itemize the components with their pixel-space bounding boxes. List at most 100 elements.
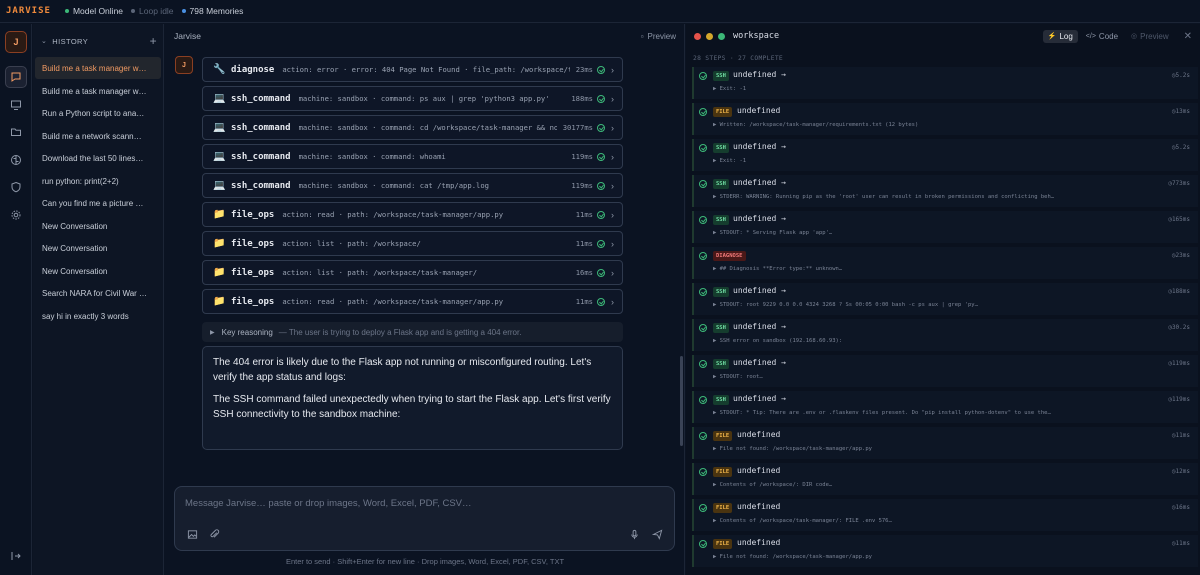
check-circle-icon [597, 152, 605, 161]
log-entry[interactable]: FILE undefined ◷13ms ▶ Written: /workspace/… [692, 103, 1198, 135]
workspace-title: workspace [733, 31, 780, 41]
history-item[interactable]: New Conversation [35, 237, 161, 259]
chat-nav-button[interactable] [5, 66, 27, 88]
top-bar: JARVISE Model Online Loop idle 798 Memor… [0, 0, 1200, 23]
history-item[interactable]: New Conversation [35, 260, 161, 282]
new-chat-button[interactable]: + [150, 34, 157, 48]
chevron-right-icon: › [611, 209, 614, 220]
history-header[interactable]: ⌄ HISTORY + [41, 34, 157, 48]
chevron-right-icon: › [611, 238, 614, 249]
log-type-badge: SSH [713, 359, 729, 369]
history-item[interactable]: Build me a task manager w… [35, 57, 161, 79]
tool-args: machine: sandbox · command: cat /tmp/app… [298, 181, 490, 190]
tab-code[interactable]: </> Code [1081, 30, 1123, 43]
close-window-dot[interactable] [694, 32, 701, 40]
shield-nav-button[interactable] [5, 176, 27, 198]
log-entry[interactable]: SSH undefined → ◷30.2s ▶ SSH error on sandb… [692, 319, 1198, 351]
brain-nav-button[interactable] [5, 149, 27, 171]
maximize-window-dot[interactable] [718, 32, 725, 40]
minimize-window-dot[interactable] [706, 32, 713, 40]
chevron-right-icon: › [611, 93, 614, 104]
log-output: ▶ Written: /workspace/task-manager/requi… [713, 122, 919, 128]
log-type-badge: FILE [713, 503, 733, 513]
send-button[interactable] [650, 527, 664, 541]
message-input[interactable] [185, 495, 655, 511]
log-entry[interactable]: FILE undefined ◷11ms ▶ File not found: /wor… [692, 427, 1198, 459]
model-status: Model Online [64, 6, 124, 16]
log-entry[interactable]: SSH undefined → ◷773ms ▶ STDERR: WARNING: R… [692, 175, 1198, 207]
tool-call-row[interactable]: 💻 ssh_command machine: sandbox · command: … [202, 86, 623, 111]
status-dot-icon [131, 9, 136, 13]
tool-call-row[interactable]: 💻 ssh_command machine: sandbox · command: … [202, 115, 623, 140]
reasoning-text: — The user is trying to deploy a Flask a… [278, 327, 522, 337]
history-item[interactable]: New Conversation [35, 215, 161, 237]
tool-name: diagnose [231, 64, 275, 75]
log-entry[interactable]: SSH undefined → ◷5.2s ▶ Exit: -1 [692, 67, 1198, 99]
check-circle-icon [597, 210, 605, 219]
history-item[interactable]: Can you find me a picture … [35, 192, 161, 214]
log-output: ▶ STDOUT: root 9229 0.0 0.0 4324 3268 ? … [713, 302, 978, 308]
chat-scrollbar[interactable] [680, 356, 683, 446]
assistant-message: The 404 error is likely due to the Flask… [202, 346, 623, 450]
log-entry[interactable]: FILE undefined ◷11ms ▶ File not found: /wor… [692, 535, 1198, 567]
history-item[interactable]: Run a Python script to ana… [35, 102, 161, 124]
preview-label: Preview [647, 31, 676, 41]
tool-call-row[interactable]: 💻 ssh_command machine: sandbox · command: … [202, 173, 623, 198]
logout-button[interactable] [5, 545, 27, 567]
log-title: undefined [737, 466, 781, 475]
tool-duration: 188ms [571, 94, 593, 103]
history-item[interactable]: Download the last 50 lines… [35, 147, 161, 169]
log-entry[interactable]: SSH undefined → ◷119ms ▶ STDOUT: * Tip: The… [692, 391, 1198, 423]
tool-args: action: read · path: /workspace/task-man… [282, 297, 504, 306]
tool-call-row[interactable]: 🔧 diagnose action: error · error: 404 Page… [202, 57, 623, 82]
tool-args: action: list · path: /workspace/ [282, 239, 421, 248]
log-entry[interactable]: SSH undefined → ◷188ms ▶ STDOUT: root 9229 … [692, 283, 1198, 315]
tool-call-row[interactable]: 📁 file_ops action: read · path: /workspace… [202, 289, 623, 314]
tool-call-row[interactable]: 💻 ssh_command machine: sandbox · command: … [202, 144, 623, 169]
tab-log[interactable]: ⚡ Log [1042, 29, 1078, 43]
status-dot-icon [64, 9, 69, 13]
expand-triangle-icon: ▶ [210, 329, 215, 336]
key-reasoning-toggle[interactable]: ▶ Key reasoning — The user is trying to … [202, 322, 623, 342]
history-item[interactable]: run python: print(2+2) [35, 170, 161, 192]
log-duration: ◷11ms [1172, 540, 1190, 547]
log-title: undefined → [733, 286, 786, 295]
model-status-label: Model Online [72, 6, 124, 16]
settings-nav-button[interactable] [5, 204, 27, 226]
log-title: undefined [737, 430, 781, 439]
close-panel-button[interactable]: ✕ [1184, 31, 1192, 42]
log-duration-value: 188ms [1171, 288, 1190, 295]
log-entry[interactable]: FILE undefined ◷16ms ▶ Contents of /workspa… [692, 499, 1198, 531]
check-circle-icon [699, 144, 707, 152]
history-item[interactable]: Build me a task manager w… [35, 80, 161, 102]
attach-image-button[interactable] [185, 527, 199, 541]
history-item[interactable]: say hi in exactly 3 words [35, 305, 161, 327]
log-entry[interactable]: SSH undefined → ◷119ms ▶ STDOUT: root… [692, 355, 1198, 387]
history-item[interactable]: Build me a network scann… [35, 125, 161, 147]
monitor-nav-button[interactable] [5, 94, 27, 116]
voice-input-button[interactable] [627, 527, 641, 541]
preview-toggle-button[interactable]: ▫ Preview [641, 32, 676, 41]
tool-call-row[interactable]: 📁 file_ops action: read · path: /workspace… [202, 202, 623, 227]
log-entry[interactable]: FILE undefined ◷12ms ▶ Contents of /workspa… [692, 463, 1198, 495]
log-entry[interactable]: SSH undefined → ◷165ms ▶ STDOUT: * Serving … [692, 211, 1198, 243]
history-item[interactable]: Search NARA for Civil War … [35, 282, 161, 304]
log-entry[interactable]: DIAGNOSE ◷23ms ▶ ## Diagnosis **Error type… [692, 247, 1198, 279]
tool-call-row[interactable]: 📁 file_ops action: list · path: /workspace… [202, 260, 623, 285]
log-entry[interactable]: SSH undefined → ◷5.2s ▶ Exit: -1 [692, 139, 1198, 171]
tool-call-row[interactable]: 📁 file_ops action: list · path: /workspace… [202, 231, 623, 256]
check-circle-icon [699, 540, 707, 548]
assistant-avatar: J [175, 56, 193, 74]
check-circle-icon [699, 108, 707, 116]
folder-nav-button[interactable] [5, 121, 27, 143]
tab-preview[interactable]: ◎ Preview [1126, 30, 1174, 43]
chevron-right-icon: › [611, 180, 614, 191]
workspace-header: workspace ⚡ Log </> Code ◎ Preview ✕ [686, 24, 1200, 48]
log-type-badge: SSH [713, 287, 729, 297]
attach-file-button[interactable] [207, 527, 221, 541]
computer-icon: 💻 [213, 93, 226, 104]
user-avatar[interactable]: J [5, 31, 27, 53]
chevron-right-icon: › [611, 151, 614, 162]
tool-name: ssh_command [231, 151, 291, 162]
log-output: ▶ Contents of /workspace/task-manager/: … [713, 518, 892, 524]
